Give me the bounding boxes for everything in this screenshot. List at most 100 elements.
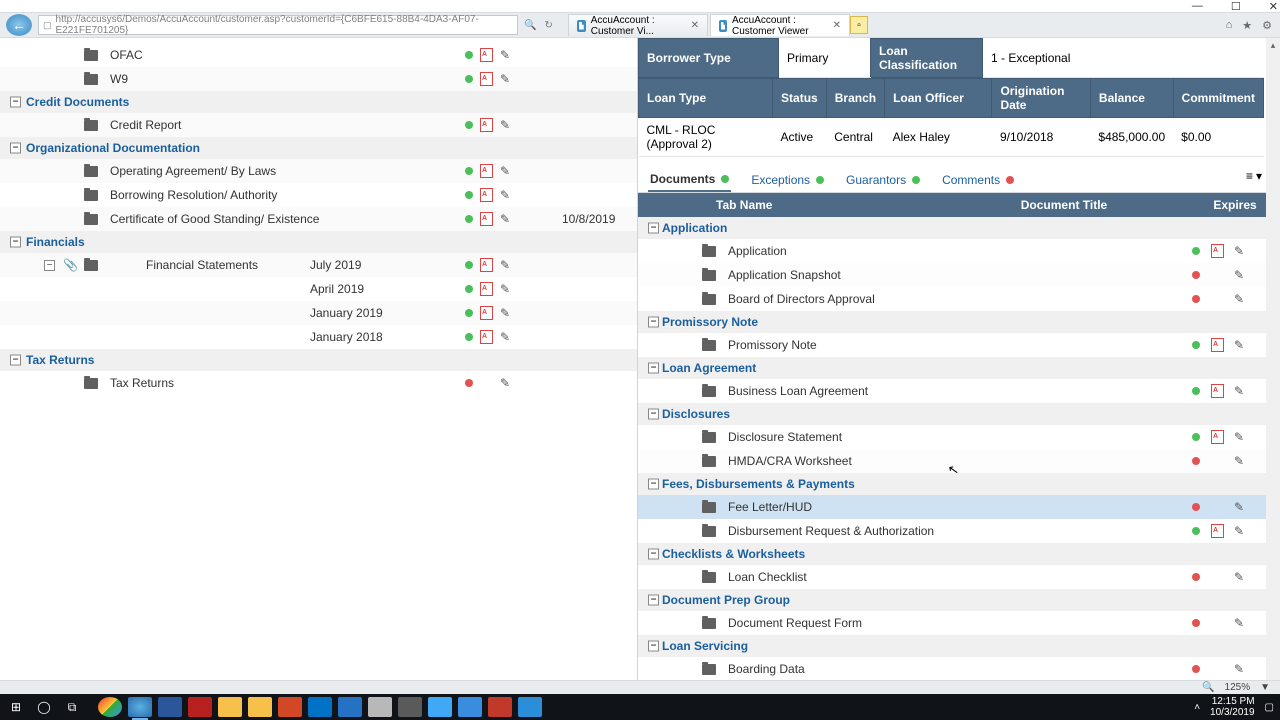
- collapse-toggle-icon[interactable]: −: [648, 595, 659, 606]
- pdf-icon[interactable]: [480, 188, 493, 202]
- doc-row[interactable]: Business Loan Agreement: [638, 379, 1280, 403]
- pdf-icon[interactable]: [480, 330, 493, 344]
- doc-row[interactable]: Credit Report: [0, 113, 637, 137]
- doc-row[interactable]: Loan Checklist: [638, 565, 1280, 589]
- collapse-toggle-icon[interactable]: −: [10, 355, 21, 366]
- taskbar-acrobat[interactable]: [188, 697, 212, 717]
- doc-row[interactable]: Disbursement Request & Authorization: [638, 519, 1280, 543]
- doc-row[interactable]: January 2018: [0, 325, 637, 349]
- pdf-icon[interactable]: [480, 72, 493, 86]
- subtab-exceptions[interactable]: Exceptions: [749, 169, 826, 191]
- start-button[interactable]: ⊞: [6, 697, 26, 717]
- edit-icon[interactable]: [1234, 268, 1244, 282]
- edit-icon[interactable]: [500, 330, 510, 344]
- group-header[interactable]: −Document Prep Group: [638, 589, 1280, 611]
- edit-icon[interactable]: [1234, 292, 1244, 306]
- doc-row[interactable]: April 2019: [0, 277, 637, 301]
- edit-icon[interactable]: [500, 188, 510, 202]
- section-header[interactable]: −Tax Returns: [0, 349, 637, 371]
- pdf-icon[interactable]: [1211, 384, 1224, 398]
- doc-row[interactable]: Promissory Note: [638, 333, 1280, 357]
- collapse-toggle-icon[interactable]: −: [648, 409, 659, 420]
- address-bar[interactable]: http://accusys6/Demos/AccuAccount/custom…: [38, 15, 518, 35]
- section-header[interactable]: −Credit Documents: [0, 91, 637, 113]
- section-header[interactable]: −Organizational Documentation: [0, 137, 637, 159]
- expand-toggle-icon[interactable]: −: [44, 260, 55, 271]
- group-header[interactable]: −Checklists & Worksheets: [638, 543, 1280, 565]
- pdf-icon[interactable]: [1211, 430, 1224, 444]
- doc-row[interactable]: −📎Financial StatementsJuly 2019: [0, 253, 637, 277]
- edit-icon[interactable]: [1234, 524, 1244, 538]
- section-header[interactable]: −Financials: [0, 231, 637, 253]
- scroll-up-icon[interactable]: ▴: [1266, 38, 1280, 52]
- favorites-icon[interactable]: ★: [1242, 19, 1252, 32]
- edit-icon[interactable]: [500, 118, 510, 132]
- collapse-toggle-icon[interactable]: −: [648, 549, 659, 560]
- collapse-toggle-icon[interactable]: −: [10, 237, 21, 248]
- taskbar-store[interactable]: [368, 697, 392, 717]
- new-tab-button[interactable]: ▫: [850, 16, 868, 34]
- taskbar-word[interactable]: [158, 697, 182, 717]
- taskbar-outlook[interactable]: [308, 697, 332, 717]
- edit-icon[interactable]: [500, 212, 510, 226]
- right-scrollbar[interactable]: ▴ ▾: [1266, 38, 1280, 694]
- doc-row[interactable]: Certificate of Good Standing/ Existence1…: [0, 207, 637, 231]
- doc-row[interactable]: Borrowing Resolution/ Authority: [0, 183, 637, 207]
- window-close[interactable]: ✕: [1269, 0, 1278, 13]
- taskbar-browser[interactable]: [458, 697, 482, 717]
- doc-row[interactable]: Application Snapshot: [638, 263, 1280, 287]
- tab-close-icon[interactable]: ✕: [691, 20, 699, 31]
- pdf-icon[interactable]: [1211, 338, 1224, 352]
- taskbar-edge[interactable]: [338, 697, 362, 717]
- edit-icon[interactable]: [500, 282, 510, 296]
- doc-row[interactable]: Operating Agreement/ By Laws: [0, 159, 637, 183]
- edit-icon[interactable]: [1234, 384, 1244, 398]
- collapse-toggle-icon[interactable]: −: [10, 143, 21, 154]
- doc-row[interactable]: OFAC: [0, 43, 637, 67]
- tab-close-icon[interactable]: ✕: [833, 20, 841, 31]
- collapse-toggle-icon[interactable]: −: [648, 479, 659, 490]
- taskbar-skype[interactable]: [428, 697, 452, 717]
- pdf-icon[interactable]: [1211, 244, 1224, 258]
- collapse-toggle-icon[interactable]: −: [648, 363, 659, 374]
- notifications-icon[interactable]: ▢: [1265, 702, 1274, 713]
- edit-icon[interactable]: [1234, 454, 1244, 468]
- pdf-icon[interactable]: [480, 212, 493, 226]
- edit-icon[interactable]: [500, 48, 510, 62]
- taskbar-explorer[interactable]: [248, 697, 272, 717]
- subtab-guarantors[interactable]: Guarantors: [844, 169, 922, 191]
- doc-row[interactable]: Disclosure Statement: [638, 425, 1280, 449]
- browser-tab[interactable]: AccuAccount : Customer Vi...✕: [568, 14, 708, 36]
- doc-row[interactable]: Boarding Data: [638, 657, 1280, 681]
- browser-back-button[interactable]: [6, 14, 32, 36]
- taskbar-app[interactable]: [398, 697, 422, 717]
- edit-icon[interactable]: [500, 72, 510, 86]
- edit-icon[interactable]: [500, 306, 510, 320]
- edit-icon[interactable]: [1234, 616, 1244, 630]
- edit-icon[interactable]: [1234, 430, 1244, 444]
- taskbar-record[interactable]: [488, 697, 512, 717]
- window-maximize[interactable]: ☐: [1231, 0, 1241, 13]
- pdf-icon[interactable]: [480, 306, 493, 320]
- search-icon[interactable]: 🔍: [524, 20, 536, 31]
- pdf-icon[interactable]: [480, 48, 493, 62]
- doc-row[interactable]: Fee Letter/HUD: [638, 495, 1280, 519]
- doc-row[interactable]: Board of Directors Approval: [638, 287, 1280, 311]
- edit-icon[interactable]: [1234, 662, 1244, 676]
- tools-icon[interactable]: ⚙: [1262, 19, 1272, 32]
- subtab-documents[interactable]: Documents: [648, 168, 731, 192]
- pdf-icon[interactable]: [480, 258, 493, 272]
- taskbar-photos[interactable]: [218, 697, 242, 717]
- edit-icon[interactable]: [500, 164, 510, 178]
- edit-icon[interactable]: [1234, 338, 1244, 352]
- pdf-icon[interactable]: [480, 164, 493, 178]
- edit-icon[interactable]: [500, 376, 510, 390]
- taskbar-ie[interactable]: [128, 697, 152, 717]
- group-header[interactable]: −Loan Agreement: [638, 357, 1280, 379]
- search-button[interactable]: ◯: [34, 697, 54, 717]
- group-header[interactable]: −Fees, Disbursements & Payments: [638, 473, 1280, 495]
- edit-icon[interactable]: [1234, 570, 1244, 584]
- doc-row[interactable]: Document Request Form: [638, 611, 1280, 635]
- task-view-button[interactable]: ⧉: [62, 697, 82, 717]
- collapse-toggle-icon[interactable]: −: [10, 97, 21, 108]
